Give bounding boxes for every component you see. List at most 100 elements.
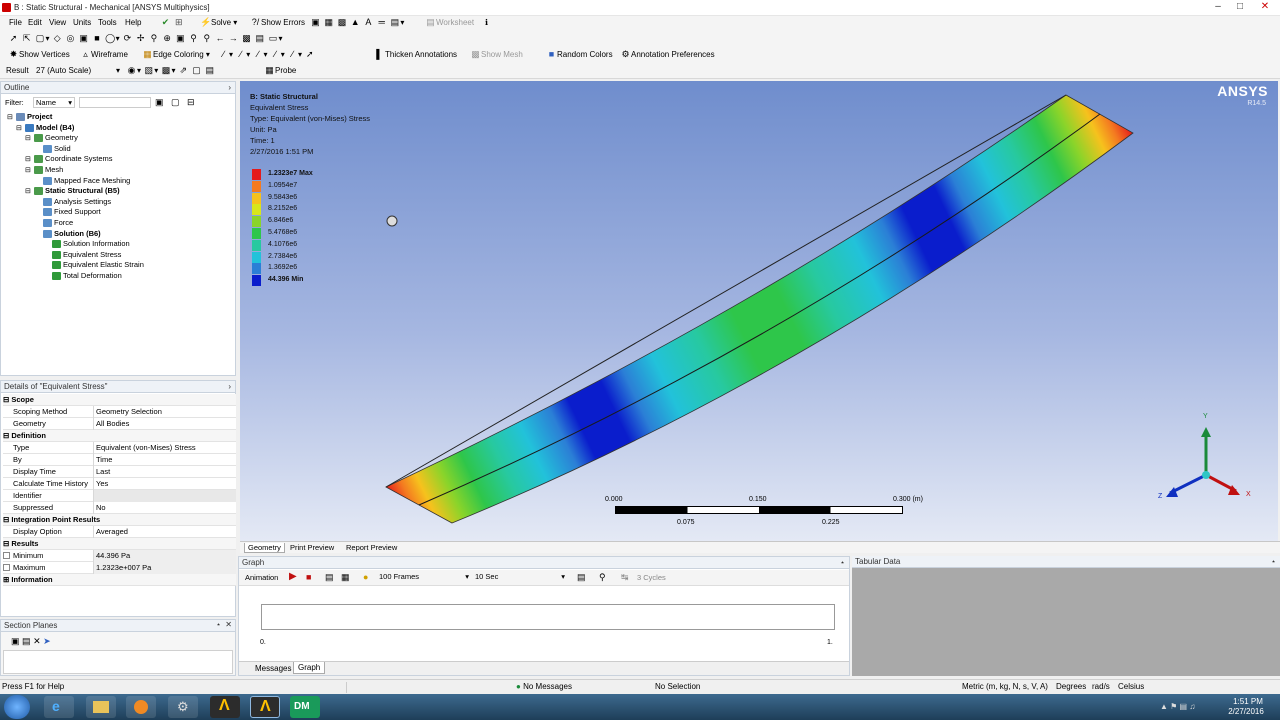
tab-print-preview[interactable]: Print Preview [290, 543, 334, 552]
select-mode-icon[interactable]: ⇱ [21, 33, 32, 44]
edge-select-icon[interactable]: ◎ [65, 33, 76, 44]
ansys-workbench-icon[interactable]: Λ [210, 696, 240, 718]
iso-view-icon[interactable]: ▩ [241, 33, 252, 44]
min-max-icon[interactable]: ▢ [191, 65, 202, 76]
menu-units[interactable]: Units [73, 18, 91, 27]
tab-report-preview[interactable]: Report Preview [346, 543, 397, 552]
details-row[interactable]: Minimum 44.396 Pa [3, 550, 236, 562]
details-pin-icon[interactable]: › [228, 382, 231, 391]
result-scale-dropdown[interactable]: 27 (Auto Scale) ▾ [36, 64, 122, 78]
details-row[interactable]: Identifier [3, 490, 236, 502]
show-mesh-button[interactable]: ▩Show Mesh [470, 48, 523, 62]
chart-icon[interactable]: ▤ [389, 17, 400, 28]
status-units[interactable]: Metric (m, kg, N, s, V, A) [962, 682, 1048, 691]
details-row[interactable]: Display Option Averaged [3, 526, 236, 538]
box-select-icon[interactable]: ▢ [34, 33, 45, 44]
geometry-display-icon[interactable]: ▩ [161, 65, 172, 76]
ansys-mechanical-icon[interactable]: Λ [250, 696, 280, 718]
details-row[interactable]: By Time [3, 454, 236, 466]
details-section[interactable]: ⊟ Integration Point Results [3, 514, 236, 526]
tree-node[interactable]: Mapped Face Meshing [34, 176, 130, 186]
start-button[interactable] [4, 695, 30, 719]
details-value[interactable]: 44.396 Pa [93, 550, 236, 562]
parameter-checkbox[interactable] [3, 552, 10, 559]
tab-geometry[interactable]: Geometry [244, 543, 285, 553]
solve-button[interactable]: ⚡Solve ▾ [200, 16, 237, 30]
random-colors-button[interactable]: ■ Random Colors [546, 48, 613, 62]
tab-graph[interactable]: Graph [293, 662, 326, 674]
status-messages[interactable]: ● No Messages [516, 682, 572, 691]
tree-node[interactable]: ⊟ Model (B4) [16, 123, 74, 134]
details-section[interactable]: ⊞ Information [3, 574, 236, 586]
tree-node[interactable]: Total Deformation [43, 271, 122, 281]
tree-expander-icon[interactable]: ⊟ [25, 166, 34, 176]
edge-tool-5-icon[interactable]: ∕ [287, 49, 298, 60]
viewport-layout-icon[interactable]: ▭ [267, 33, 278, 44]
tree-expander-icon[interactable]: ⊟ [25, 134, 34, 144]
tree-expander-icon[interactable]: ⊟ [25, 187, 34, 197]
tree-node[interactable]: ⊟ Mesh [25, 165, 63, 176]
show-errors-button[interactable]: ?/Show Errors [250, 16, 305, 30]
tree-node[interactable]: Force [34, 218, 73, 228]
tree-node[interactable]: Solution Information [43, 239, 130, 249]
tree-node[interactable]: ⊟ Geometry [25, 133, 78, 144]
wireframe-button[interactable]: ▵ Wireframe [80, 48, 128, 62]
file-explorer-icon[interactable] [86, 696, 116, 718]
menu-edit[interactable]: Edit [28, 18, 42, 27]
edge-coloring-button[interactable]: ▦Edge Coloring ▾ [142, 48, 210, 62]
pin-icon[interactable]: › [228, 83, 231, 92]
expand-all-icon[interactable]: ▣ [155, 97, 164, 108]
edge-tool-1-icon[interactable]: ∕ [218, 49, 229, 60]
mesh-view-icon[interactable]: ▩ [336, 17, 347, 28]
pointer-icon[interactable]: ➚ [8, 33, 19, 44]
tree-node[interactable]: ⊟ Static Structural (B5) [25, 186, 120, 197]
section-planes-close-icon[interactable]: ✕ [225, 620, 232, 629]
menu-help[interactable]: Help [125, 18, 141, 27]
filter-dropdown[interactable]: Name ▾ [33, 97, 75, 108]
probe-button[interactable]: ▦Probe [264, 64, 296, 78]
thicken-annotations-button[interactable]: ▌ Thicken Annotations [374, 48, 457, 62]
filter-input[interactable] [79, 97, 151, 108]
worksheet-button[interactable]: ▤Worksheet [425, 16, 474, 30]
status-angle-units[interactable]: Degrees [1056, 682, 1086, 691]
parameter-checkbox[interactable] [3, 564, 10, 571]
design-modeler-icon[interactable]: DM [290, 696, 320, 718]
maximize-button[interactable]: □ [1230, 0, 1250, 14]
clock-date[interactable]: 2/27/2016 [1226, 707, 1266, 716]
zoom-icon[interactable]: ⚲ [148, 33, 159, 44]
details-value[interactable]: 1.2323e+007 Pa [93, 562, 236, 574]
tree-icon[interactable]: ⊞ [173, 17, 184, 28]
legend-icon[interactable]: ▧ [143, 65, 154, 76]
tree-node[interactable]: Fixed Support [34, 207, 101, 217]
axis-triad[interactable] [1152, 411, 1242, 503]
collapse-icon[interactable]: ⊟ [187, 97, 195, 108]
zoom-box-icon[interactable]: ▣ [175, 33, 186, 44]
frames-icon[interactable]: ▤ [325, 572, 334, 583]
fit-icon[interactable]: ▣ [310, 17, 321, 28]
tree-expander-icon[interactable]: ⊟ [25, 155, 34, 165]
rotate-icon[interactable]: ⟳ [122, 33, 133, 44]
frames-dropdown[interactable]: 100 Frames ▾ [379, 572, 471, 583]
magnifier-icon[interactable]: ⚲ [201, 33, 212, 44]
tree-node[interactable]: Solution (B6) [34, 229, 101, 239]
status-temperature-units[interactable]: Celsius [1118, 682, 1144, 691]
minimize-button[interactable]: – [1208, 0, 1228, 14]
tree-expander-icon[interactable]: ⊟ [16, 124, 25, 134]
tree-node[interactable]: Equivalent Elastic Strain [43, 260, 144, 270]
system-tray-icons[interactable]: ▲ ⚑ ▤ ♫ [1160, 702, 1195, 711]
lightbulb-icon[interactable]: ● [363, 572, 368, 582]
graph-timeline[interactable] [261, 604, 835, 630]
details-value[interactable]: All Bodies [93, 418, 129, 430]
tree-node[interactable]: Analysis Settings [34, 197, 111, 207]
details-row[interactable]: Scoping Method Geometry Selection [3, 406, 236, 418]
tree-node[interactable]: ⊟ Project [7, 112, 52, 123]
label-icon[interactable]: ▤ [204, 65, 215, 76]
details-value[interactable]: Geometry Selection [93, 406, 162, 418]
layers-icon[interactable]: ▤ [254, 33, 265, 44]
text-annotation-icon[interactable]: A [363, 17, 374, 28]
menu-file[interactable]: File [9, 18, 22, 27]
details-row[interactable]: Maximum 1.2323e+007 Pa [3, 562, 236, 574]
tree-node[interactable]: ⊟ Coordinate Systems [25, 154, 113, 165]
previous-view-icon[interactable]: ← [215, 33, 226, 44]
details-row[interactable]: Type Equivalent (von-Mises) Stress [3, 442, 236, 454]
